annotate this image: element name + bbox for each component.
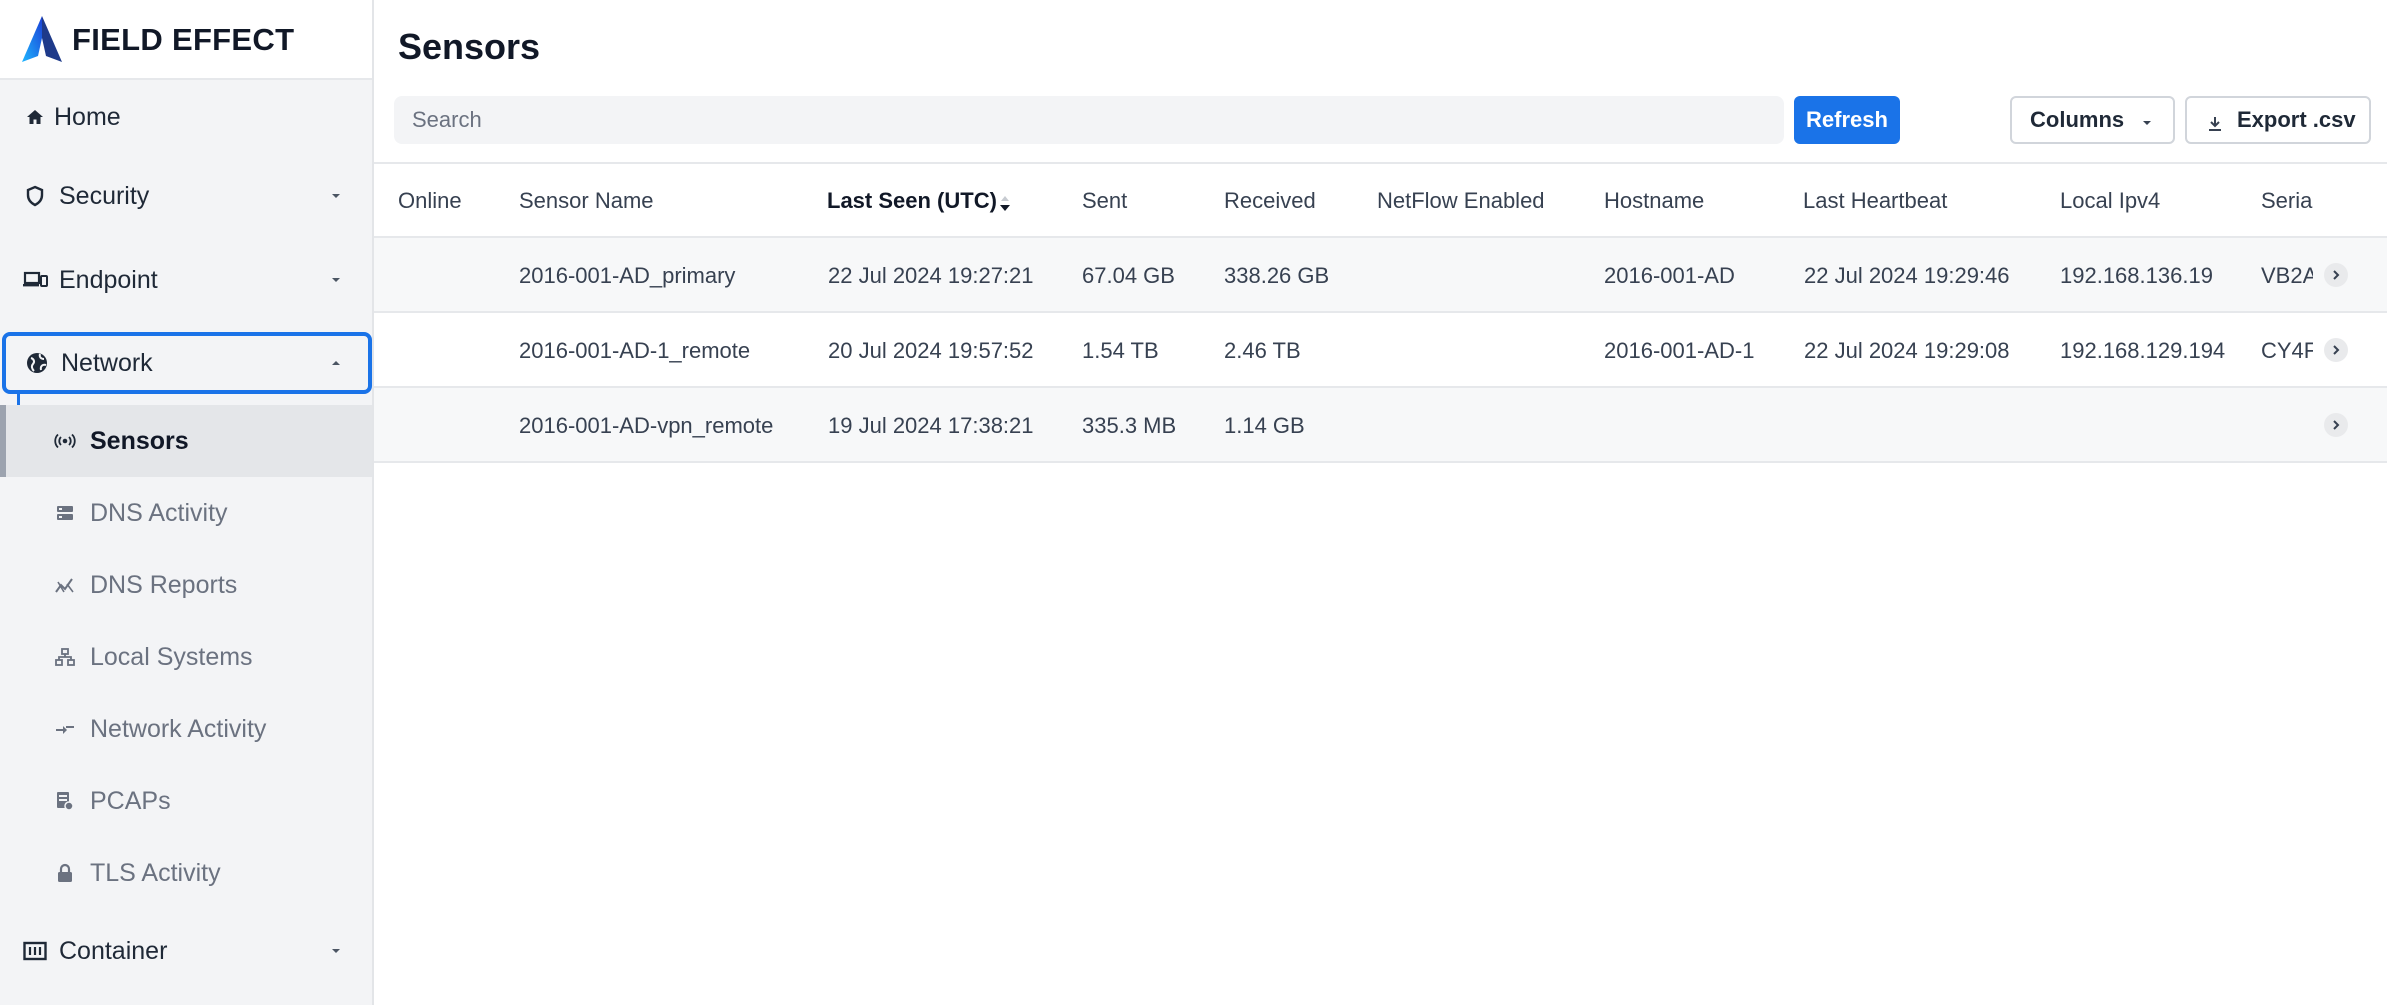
cell-serial: VB2A [2261, 263, 2313, 288]
app-window: FIELD EFFECT Home Security Endpoint Netw… [0, 0, 2387, 1005]
table-row[interactable]: 2016-001-AD-vpn_remote 19 Jul 2024 17:38… [374, 388, 2387, 463]
sensors-table: Online Sensor Name Last Seen (UTC) Sent … [374, 162, 2387, 1005]
refresh-button[interactable]: Refresh [1794, 96, 1900, 144]
column-header-received[interactable]: Received [1224, 188, 1316, 214]
sidebar: FIELD EFFECT Home Security Endpoint Netw… [0, 0, 374, 1005]
sort-descending-icon[interactable] [998, 192, 1012, 216]
server-icon [54, 502, 76, 524]
sidebar-item-label: Endpoint [59, 265, 158, 294]
sidebar-item-sensors[interactable]: Sensors [0, 405, 372, 477]
cell-sent: 1.54 TB [1082, 338, 1159, 363]
chevron-right-icon[interactable] [2324, 413, 2348, 437]
sidebar-item-container[interactable]: Container [0, 920, 372, 982]
sidebar-item-label: Sensors [90, 426, 189, 455]
cell-local-ipv4: 192.168.129.194 [2060, 338, 2226, 363]
search-input[interactable] [394, 96, 1784, 144]
sidebar-item-label: DNS Activity [90, 498, 228, 527]
chart-icon [54, 574, 76, 596]
lock-icon [54, 862, 76, 884]
chevron-down-icon [2141, 107, 2153, 133]
cell-hostname: 2016-001-AD-1 [1604, 338, 1755, 363]
sitemap-icon [54, 646, 76, 668]
page-title: Sensors [398, 26, 541, 67]
chevron-down-icon [330, 945, 342, 957]
column-header-serial[interactable]: Serial [2261, 188, 2313, 214]
column-header-netflow-enabled[interactable]: NetFlow Enabled [1377, 188, 1545, 214]
home-icon [22, 104, 48, 130]
sidebar-item-dns-activity[interactable]: DNS Activity [0, 477, 372, 549]
column-header-local-ipv4[interactable]: Local Ipv4 [2060, 188, 2160, 214]
sidebar-item-pcaps[interactable]: PCAPs [0, 765, 372, 837]
endpoint-icon [22, 267, 48, 293]
column-header-hostname[interactable]: Hostname [1604, 188, 1704, 214]
cell-hostname: 2016-001-AD [1604, 263, 1735, 288]
brand-name: FIELD EFFECT [72, 22, 295, 57]
globe-icon [24, 350, 50, 376]
broadcast-icon [54, 430, 76, 452]
column-header-last-heartbeat[interactable]: Last Heartbeat [1803, 188, 1947, 214]
main-content: Sensors Refresh Columns Export .csv Onli… [374, 0, 2387, 1005]
sidebar-item-home[interactable]: Home [0, 86, 372, 148]
sidebar-item-endpoint[interactable]: Endpoint [0, 249, 372, 311]
sidebar-item-network-activity[interactable]: Network Activity [0, 693, 372, 765]
sidebar-item-network[interactable]: Network [2, 332, 372, 394]
table-row[interactable]: 2016-001-AD_primary 22 Jul 2024 19:27:21… [374, 238, 2387, 313]
export-csv-button[interactable]: Export .csv [2185, 96, 2371, 144]
sidebar-item-label: DNS Reports [90, 570, 238, 599]
cell-last-heartbeat: 22 Jul 2024 19:29:08 [1804, 338, 2010, 363]
chevron-right-icon[interactable] [2324, 338, 2348, 362]
sidebar-item-label: Security [59, 181, 150, 210]
network-activity-icon [54, 718, 76, 740]
sidebar-item-security[interactable]: Security [0, 165, 372, 227]
chevron-up-icon [330, 357, 342, 369]
chevron-down-icon [330, 190, 342, 202]
sidebar-item-label: TLS Activity [90, 858, 221, 887]
columns-button-label: Columns [2030, 107, 2125, 132]
chevron-down-icon [330, 274, 342, 286]
cell-serial: CY4F [2261, 338, 2313, 363]
cell-last-seen: 19 Jul 2024 17:38:21 [828, 413, 1034, 438]
cell-sent: 335.3 MB [1082, 413, 1177, 438]
columns-button[interactable]: Columns [2010, 96, 2175, 144]
field-effect-logo-icon [22, 16, 62, 62]
logo-bar: FIELD EFFECT [0, 0, 372, 80]
sidebar-item-label: Container [59, 936, 168, 965]
cell-last-seen: 20 Jul 2024 19:57:52 [828, 338, 1034, 363]
table-header: Online Sensor Name Last Seen (UTC) Sent … [374, 164, 2387, 238]
sidebar-item-tls-activity[interactable]: TLS Activity [0, 837, 372, 909]
cell-received: 338.26 GB [1224, 263, 1330, 288]
column-header-online[interactable]: Online [398, 188, 462, 214]
cell-sensor-name: 2016-001-AD_primary [519, 263, 736, 288]
download-icon [2207, 112, 2223, 138]
cell-local-ipv4: 192.168.136.19 [2060, 263, 2213, 288]
cell-sent: 67.04 GB [1082, 263, 1175, 288]
sidebar-item-label: Network Activity [90, 714, 267, 743]
pcap-icon [54, 790, 76, 812]
sidebar-item-dns-reports[interactable]: DNS Reports [0, 549, 372, 621]
cell-sensor-name: 2016-001-AD-1_remote [519, 338, 751, 363]
sidebar-item-label: PCAPs [90, 786, 171, 815]
cell-last-heartbeat: 22 Jul 2024 19:29:46 [1804, 263, 2010, 288]
cell-received: 1.14 GB [1224, 413, 1305, 438]
column-header-last-seen[interactable]: Last Seen (UTC) [827, 188, 997, 214]
chevron-right-icon[interactable] [2324, 263, 2348, 287]
sidebar-item-label: Local Systems [90, 642, 253, 671]
sidebar-item-label: Network [61, 348, 153, 377]
table-row[interactable]: 2016-001-AD-1_remote 20 Jul 2024 19:57:5… [374, 313, 2387, 388]
container-icon [22, 938, 48, 964]
sidebar-item-label: Home [54, 102, 121, 131]
sidebar-item-local-systems[interactable]: Local Systems [0, 621, 372, 693]
cell-received: 2.46 TB [1224, 338, 1301, 363]
shield-icon [22, 183, 48, 209]
column-header-sensor-name[interactable]: Sensor Name [519, 188, 654, 214]
cell-last-seen: 22 Jul 2024 19:27:21 [828, 263, 1034, 288]
column-header-sent[interactable]: Sent [1082, 188, 1127, 214]
cell-sensor-name: 2016-001-AD-vpn_remote [519, 413, 774, 438]
export-button-label: Export .csv [2237, 107, 2356, 132]
